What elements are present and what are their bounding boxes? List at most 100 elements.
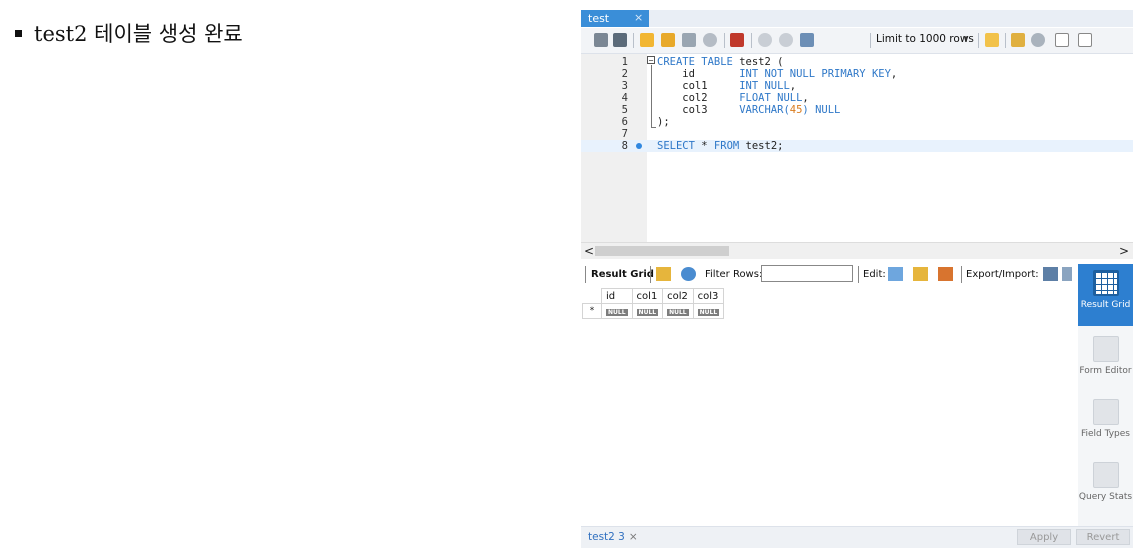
line-number: 5 (621, 104, 628, 116)
workbench-window: test × Limit to 1000 rows ▾ 1 CREATE TABL… (581, 10, 1133, 548)
field-types-icon (1092, 399, 1119, 425)
line-number: 3 (621, 80, 628, 92)
chevron-down-icon[interactable]: ▾ (964, 34, 969, 44)
code-token: col1 (657, 80, 740, 92)
scroll-right-icon[interactable]: > (1119, 244, 1129, 258)
null-badge: NULL (667, 308, 689, 316)
stop-icon[interactable] (703, 33, 717, 47)
query-tab-bar: test × (581, 10, 1133, 27)
edit-row-icon[interactable] (888, 267, 903, 281)
code-line[interactable]: 4 col2 FLOAT NULL, (581, 92, 1133, 104)
result-grid-label[interactable]: Result Grid (591, 269, 654, 280)
export-icon[interactable] (1043, 267, 1058, 281)
revert-button[interactable]: Revert (1076, 529, 1130, 545)
edit-label: Edit: (863, 269, 886, 280)
code-token: ) NULL (802, 104, 841, 116)
table-row[interactable]: * NULL NULL NULL NULL (582, 303, 725, 319)
column-header[interactable]: col2 (662, 288, 694, 304)
autocommit-icon[interactable] (800, 33, 814, 47)
delete-row-icon[interactable] (938, 267, 953, 281)
bullet-icon (15, 29, 22, 37)
apply-button[interactable]: Apply (1017, 529, 1071, 545)
save-icon[interactable] (613, 33, 627, 47)
code-text: CREATE TABLE test2 ( (657, 56, 783, 68)
result-tab-bar: test2 3 × Apply Revert (581, 526, 1133, 548)
code-text: SELECT * FROM test2; (657, 140, 783, 152)
line-number: 4 (621, 92, 628, 104)
code-token: col3 (657, 104, 740, 116)
code-line[interactable]: 6); (581, 116, 1133, 128)
fold-icon[interactable]: − (647, 56, 655, 65)
line-number: 2 (621, 68, 628, 80)
filter-rows-input[interactable] (761, 265, 853, 282)
column-header[interactable]: id (601, 288, 633, 304)
execute-icon[interactable] (640, 33, 654, 47)
scroll-left-icon[interactable]: < (584, 244, 594, 258)
code-token: test2; (745, 140, 784, 152)
open-folder-icon[interactable] (594, 33, 608, 47)
word-wrap-icon[interactable] (1078, 33, 1092, 47)
grid-cell[interactable]: NULL (662, 303, 694, 319)
code-line[interactable]: 1 CREATE TABLE test2 ( (581, 56, 1133, 68)
new-row-marker: * (582, 303, 602, 319)
find-icon[interactable] (1031, 33, 1045, 47)
stop-on-error-icon[interactable] (730, 33, 744, 47)
close-icon[interactable]: × (634, 11, 643, 24)
result-toolbar: Result Grid Filter Rows: Edit: Export/Im… (581, 264, 1077, 286)
null-badge: NULL (606, 308, 628, 316)
null-badge: NULL (636, 308, 659, 316)
result-side-panel: Result Grid Form Editor Field Types Quer… (1078, 264, 1133, 526)
result-tab[interactable]: test2 3 × (588, 531, 638, 543)
grid-cell[interactable]: NULL (631, 303, 664, 319)
close-icon[interactable]: × (629, 531, 638, 543)
add-row-icon[interactable] (913, 267, 928, 281)
side-field-types-button[interactable]: Field Types (1078, 393, 1133, 451)
code-text: col2 FLOAT NULL, (657, 92, 809, 104)
code-line[interactable]: 3 col1 INT NULL, (581, 80, 1133, 92)
code-token: col2 (657, 92, 740, 104)
code-line[interactable]: 8 SELECT * FROM test2; (581, 140, 1133, 152)
line-number: 7 (621, 128, 628, 140)
column-header[interactable]: col1 (631, 288, 664, 304)
commit-icon[interactable] (758, 33, 772, 47)
scroll-thumb[interactable] (595, 246, 729, 256)
export-import-label: Export/Import: (966, 269, 1039, 280)
query-tab[interactable]: test × (581, 10, 649, 27)
code-text: col1 INT NULL, (657, 80, 796, 92)
result-grid-icon (1092, 270, 1119, 296)
grid-layout-icon[interactable] (656, 267, 671, 281)
rollback-icon[interactable] (779, 33, 793, 47)
invisible-chars-icon[interactable] (1055, 33, 1069, 47)
side-result-grid-button[interactable]: Result Grid (1078, 264, 1133, 326)
code-line[interactable]: 2 id INT NOT NULL PRIMARY KEY, (581, 68, 1133, 80)
bookmark-icon[interactable] (985, 33, 999, 47)
result-grid[interactable]: id col1 col2 col3 * NULL NULL NULL NULL (582, 288, 725, 319)
side-form-editor-button[interactable]: Form Editor (1078, 330, 1133, 388)
horizontal-scrollbar[interactable]: < > (581, 242, 1133, 259)
sql-editor[interactable]: 1 CREATE TABLE test2 (2 id INT NOT NULL P… (581, 54, 1133, 242)
result-tab-label: test2 3 (588, 531, 625, 543)
code-token: FROM (713, 140, 746, 152)
code-line[interactable]: 7 (581, 128, 1133, 140)
execute-current-icon[interactable] (661, 33, 675, 47)
grid-cell[interactable]: NULL (692, 303, 725, 319)
grid-cell[interactable]: NULL (601, 303, 633, 319)
import-icon[interactable] (1062, 267, 1072, 281)
column-header[interactable]: col3 (692, 288, 725, 304)
explain-icon[interactable] (682, 33, 696, 47)
code-token: FLOAT NULL (739, 92, 803, 104)
current-statement-icon (636, 143, 642, 149)
refresh-icon[interactable] (681, 267, 696, 281)
code-token: id (657, 68, 740, 80)
limit-rows-select[interactable]: Limit to 1000 rows (876, 33, 974, 45)
side-form-editor-label: Form Editor (1079, 366, 1132, 376)
code-text: col3 VARCHAR(45) NULL (657, 104, 840, 116)
side-query-stats-button[interactable]: Query Stats (1078, 456, 1133, 514)
code-token: VARCHAR( (739, 104, 790, 116)
null-badge: NULL (697, 308, 720, 316)
code-token: INT NULL (739, 80, 790, 92)
query-stats-icon (1092, 462, 1119, 488)
code-line[interactable]: 5 col3 VARCHAR(45) NULL (581, 104, 1133, 116)
code-token: , (802, 92, 809, 104)
beautify-icon[interactable] (1011, 33, 1025, 47)
